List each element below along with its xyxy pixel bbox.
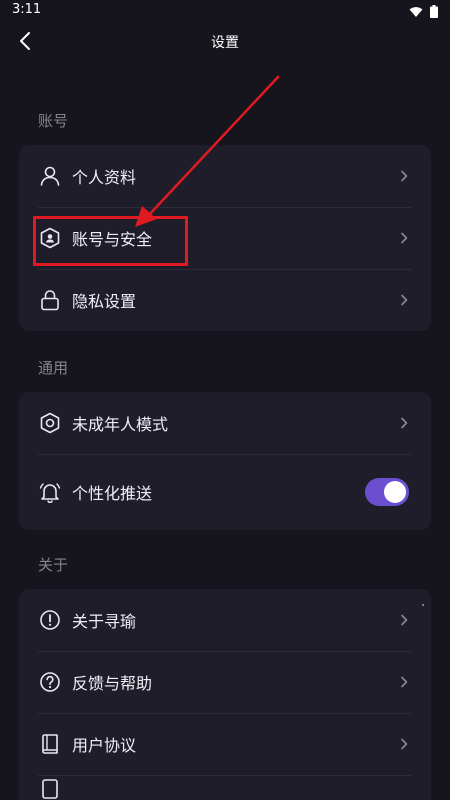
lock-icon [39, 289, 61, 311]
shield-user-icon [39, 227, 61, 249]
scroll-dot [422, 604, 424, 606]
row-minor-mode[interactable]: 未成年人模式 [19, 392, 431, 454]
row-user-agreement[interactable]: 用户协议 [19, 713, 431, 775]
row-personalized-push: 个性化推送 [19, 454, 431, 530]
row-label-profile: 个人资料 [72, 168, 137, 187]
settings-screen: 3:11 设置 账号 个人资料 账号与安全 隐私设置 通用 未成年人模式 个性化… [0, 0, 450, 800]
chevron-right-icon [399, 416, 409, 430]
question-icon [39, 671, 61, 693]
row-profile[interactable]: 个人资料 [19, 145, 431, 207]
section-label-account: 账号 [38, 112, 69, 130]
info-icon [39, 609, 61, 631]
about-card: 关于寻瑜 反馈与帮助 用户协议 [19, 589, 431, 800]
push-toggle[interactable] [365, 478, 409, 506]
person-icon [39, 165, 61, 187]
status-bar: 3:11 [0, 0, 450, 20]
section-label-about: 关于 [38, 556, 69, 574]
general-card: 未成年人模式 个性化推送 [19, 392, 431, 530]
row-about[interactable]: 关于寻瑜 [19, 589, 431, 651]
row-label-personalized-push: 个性化推送 [72, 484, 153, 503]
status-time: 3:11 [12, 2, 42, 17]
chevron-right-icon [399, 169, 409, 183]
chevron-right-icon [399, 613, 409, 627]
row-label-user-agreement: 用户协议 [72, 736, 137, 755]
chevron-right-icon [399, 293, 409, 307]
toggle-knob [384, 481, 406, 503]
row-label-privacy: 隐私设置 [72, 292, 137, 311]
chevron-right-icon [399, 737, 409, 751]
book-icon [39, 733, 61, 755]
row-privacy[interactable]: 隐私设置 [19, 269, 431, 331]
row-label-feedback: 反馈与帮助 [72, 674, 153, 693]
hexagon-shield-icon [39, 412, 61, 434]
page-title: 设置 [211, 35, 239, 51]
row-feedback[interactable]: 反馈与帮助 [19, 651, 431, 713]
header: 设置 [0, 20, 450, 64]
row-label-minor-mode: 未成年人模式 [72, 415, 169, 434]
row-label-account-security: 账号与安全 [72, 230, 153, 249]
row-account-security[interactable]: 账号与安全 [19, 207, 431, 269]
section-label-general: 通用 [38, 359, 69, 377]
row-partial[interactable] [19, 775, 431, 800]
row-label-about: 关于寻瑜 [72, 612, 137, 631]
bell-icon [39, 481, 61, 503]
chevron-right-icon [399, 231, 409, 245]
chevron-right-icon [399, 675, 409, 689]
document-icon [39, 778, 61, 800]
account-card: 个人资料 账号与安全 隐私设置 [19, 145, 431, 331]
